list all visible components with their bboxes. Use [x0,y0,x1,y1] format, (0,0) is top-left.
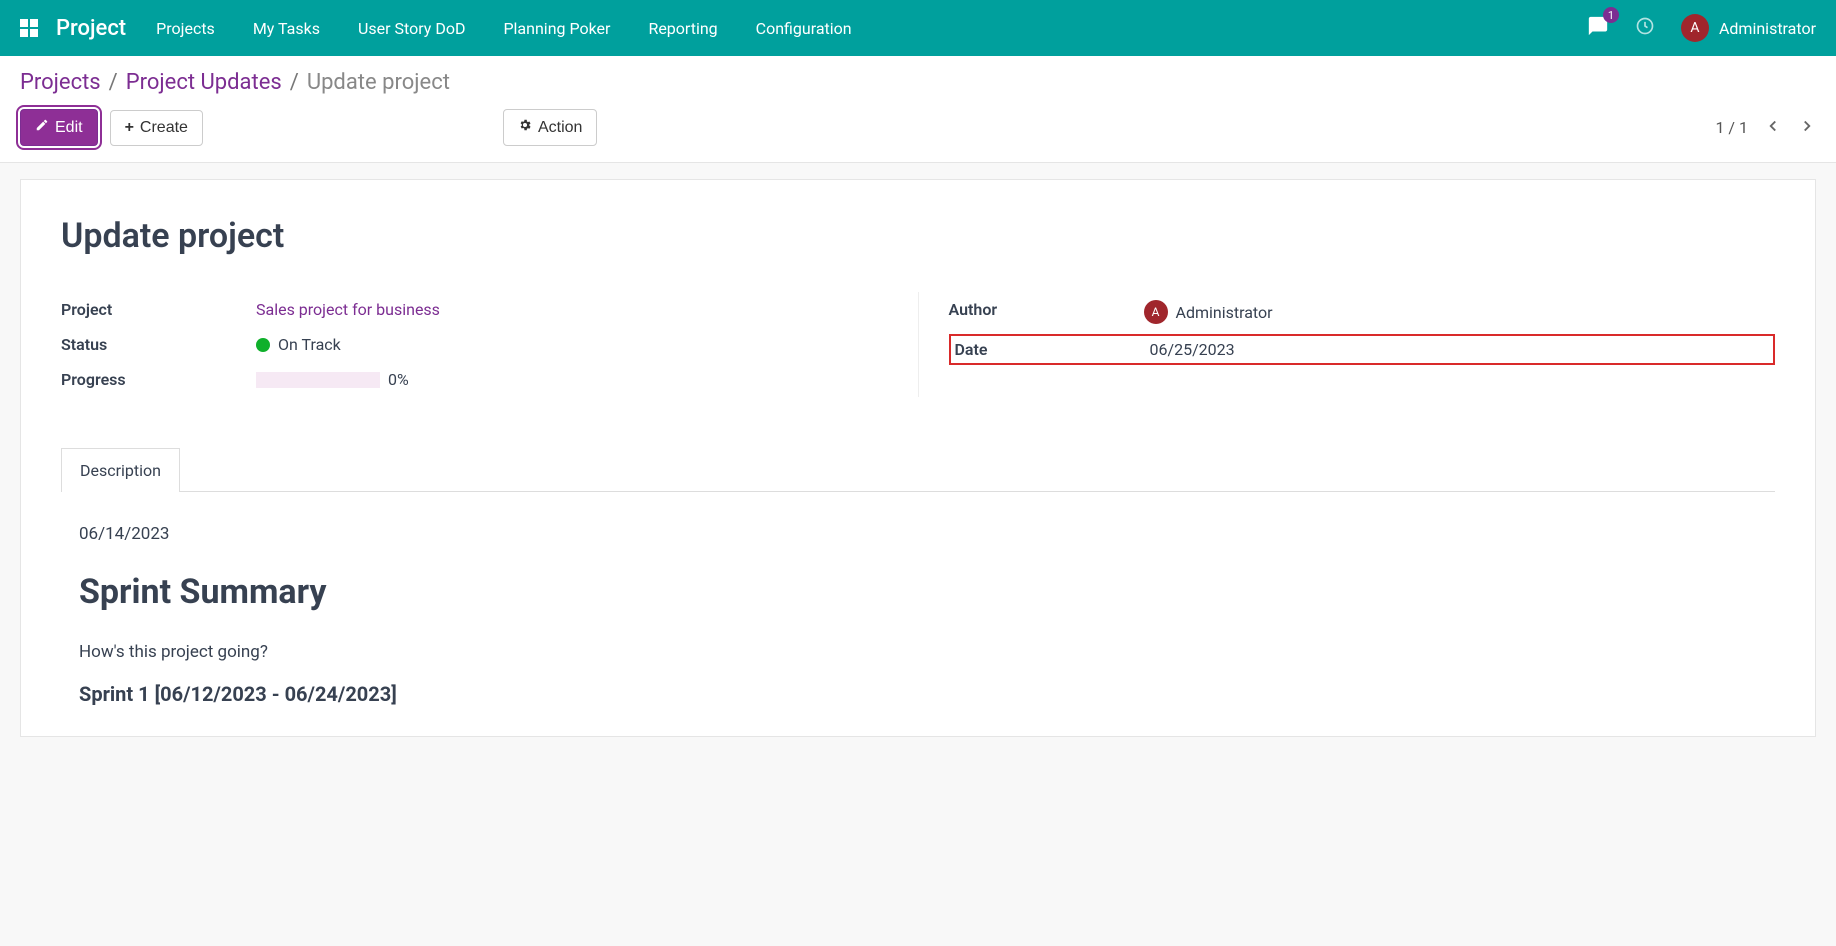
toolbar: Edit + Create Action 1 / 1 [20,109,1816,146]
page-title: Update project [61,216,1775,256]
edit-label: Edit [55,119,83,137]
avatar: A [1681,14,1709,42]
author-label: Author [949,300,1144,324]
breadcrumb: Projects / Project Updates / Update proj… [20,70,1816,95]
fields-left: Project Sales project for business Statu… [61,292,919,397]
apps-icon[interactable] [20,19,38,37]
progress-bar [256,372,380,388]
progress-label: Progress [61,370,256,389]
status-value: On Track [278,335,341,354]
field-date: Date 06/25/2023 [949,334,1776,365]
user-name: Administrator [1719,19,1816,38]
desc-sprint: Sprint 1 [06/12/2023 - 06/24/2023] [79,682,1757,706]
breadcrumb-current: Update project [307,70,450,95]
breadcrumb-sep: / [290,70,299,95]
nav-user-story-dod[interactable]: User Story DoD [358,19,465,38]
chat-icon [1587,25,1609,41]
desc-date: 06/14/2023 [79,524,1757,544]
user-menu[interactable]: A Administrator [1681,14,1816,42]
nav-my-tasks[interactable]: My Tasks [253,19,320,38]
toolbar-middle: Action [503,109,597,146]
action-button[interactable]: Action [503,109,597,146]
pager-prev[interactable] [1764,117,1782,139]
create-button[interactable]: + Create [110,110,203,146]
description-body: 06/14/2023 Sprint Summary How's this pro… [61,524,1775,706]
activity-icon[interactable] [1635,16,1655,40]
project-value[interactable]: Sales project for business [256,300,440,319]
brand-name[interactable]: Project [56,16,126,41]
pencil-icon [35,118,49,137]
nav-planning-poker[interactable]: Planning Poker [503,19,610,38]
author-avatar: A [1144,300,1168,324]
date-value: 06/25/2023 [1150,340,1235,359]
chat-button[interactable]: 1 [1587,15,1609,41]
subheader: Projects / Project Updates / Update proj… [0,56,1836,163]
nav-configuration[interactable]: Configuration [756,19,852,38]
author-value-wrap: A Administrator [1144,300,1273,324]
status-label: Status [61,335,256,354]
breadcrumb-sep: / [109,70,118,95]
status-value-wrap: On Track [256,335,341,354]
nav-projects[interactable]: Projects [156,19,215,38]
topbar: Project Projects My Tasks User Story DoD… [0,0,1836,56]
plus-icon: + [125,119,134,137]
topbar-right: 1 A Administrator [1587,14,1816,42]
date-label: Date [955,340,1150,359]
field-author: Author A Administrator [949,292,1776,332]
tabs: Description [61,447,1775,492]
chat-badge: 1 [1603,7,1619,23]
field-project: Project Sales project for business [61,292,888,327]
toolbar-right: 1 / 1 [1715,117,1816,139]
create-label: Create [140,119,188,137]
breadcrumb-root[interactable]: Projects [20,70,101,95]
desc-question: How's this project going? [79,642,1757,662]
toolbar-left: Edit + Create [20,109,203,146]
action-label: Action [538,119,582,137]
field-status: Status On Track [61,327,888,362]
progress-value: 0% [388,370,409,389]
nav-links: Projects My Tasks User Story DoD Plannin… [156,19,1587,38]
author-value: Administrator [1176,303,1273,322]
desc-heading: Sprint Summary [79,572,1757,612]
content: Update project Project Sales project for… [20,179,1816,737]
gear-icon [518,118,532,137]
edit-button[interactable]: Edit [20,109,98,146]
fields: Project Sales project for business Statu… [61,292,1775,397]
progress-value-wrap: 0% [256,370,409,389]
nav-reporting[interactable]: Reporting [648,19,717,38]
field-progress: Progress 0% [61,362,888,397]
status-dot-icon [256,338,270,352]
tab-description[interactable]: Description [61,448,180,492]
pager[interactable]: 1 / 1 [1715,118,1748,137]
project-label: Project [61,300,256,319]
pager-next[interactable] [1798,117,1816,139]
breadcrumb-parent[interactable]: Project Updates [126,70,282,95]
fields-right: Author A Administrator Date 06/25/2023 [919,292,1776,397]
